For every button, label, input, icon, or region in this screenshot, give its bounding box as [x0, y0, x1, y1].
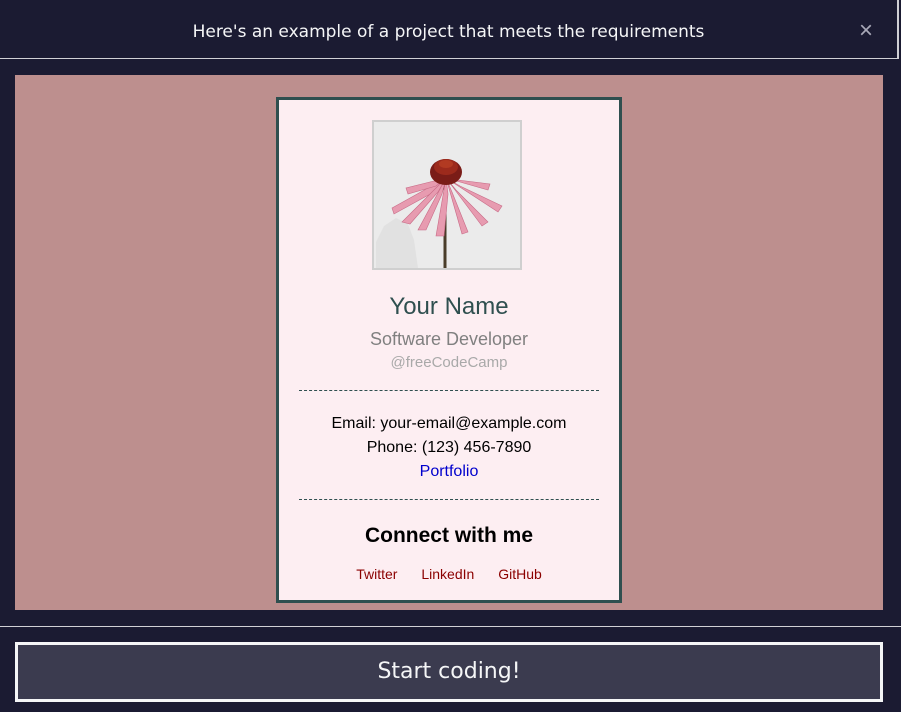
linkedin-link[interactable]: LinkedIn — [421, 566, 474, 582]
card-divider-bottom — [299, 499, 599, 500]
card-handle: @freeCodeCamp — [390, 354, 508, 371]
start-coding-button[interactable]: Start coding! — [15, 642, 883, 702]
business-card: Your Name Software Developer @freeCodeCa… — [276, 97, 622, 603]
card-divider-top — [299, 390, 599, 391]
project-preview: Your Name Software Developer @freeCodeCa… — [15, 75, 883, 610]
close-icon: × — [858, 17, 873, 44]
footer-divider — [0, 626, 901, 627]
twitter-link[interactable]: Twitter — [356, 566, 397, 582]
card-name: Your Name — [389, 293, 509, 320]
close-button[interactable]: × — [855, 17, 877, 44]
modal-title: Here's an example of a project that meet… — [192, 22, 705, 42]
portfolio-link[interactable]: Portfolio — [279, 462, 619, 482]
card-role: Software Developer — [369, 329, 529, 349]
modal-header: Here's an example of a project that meet… — [0, 0, 899, 59]
echinacea-flower-icon — [374, 122, 520, 272]
social-links: Twitter LinkedIn GitHub — [279, 565, 619, 583]
card-phone: Phone: (123) 456-7890 — [366, 439, 532, 456]
connect-heading: Connect with me — [364, 524, 533, 547]
card-email: Email: your-email@example.com — [331, 415, 567, 432]
github-link[interactable]: GitHub — [498, 566, 542, 582]
profile-image — [372, 120, 522, 272]
example-project-modal: Here's an example of a project that meet… — [0, 0, 901, 712]
